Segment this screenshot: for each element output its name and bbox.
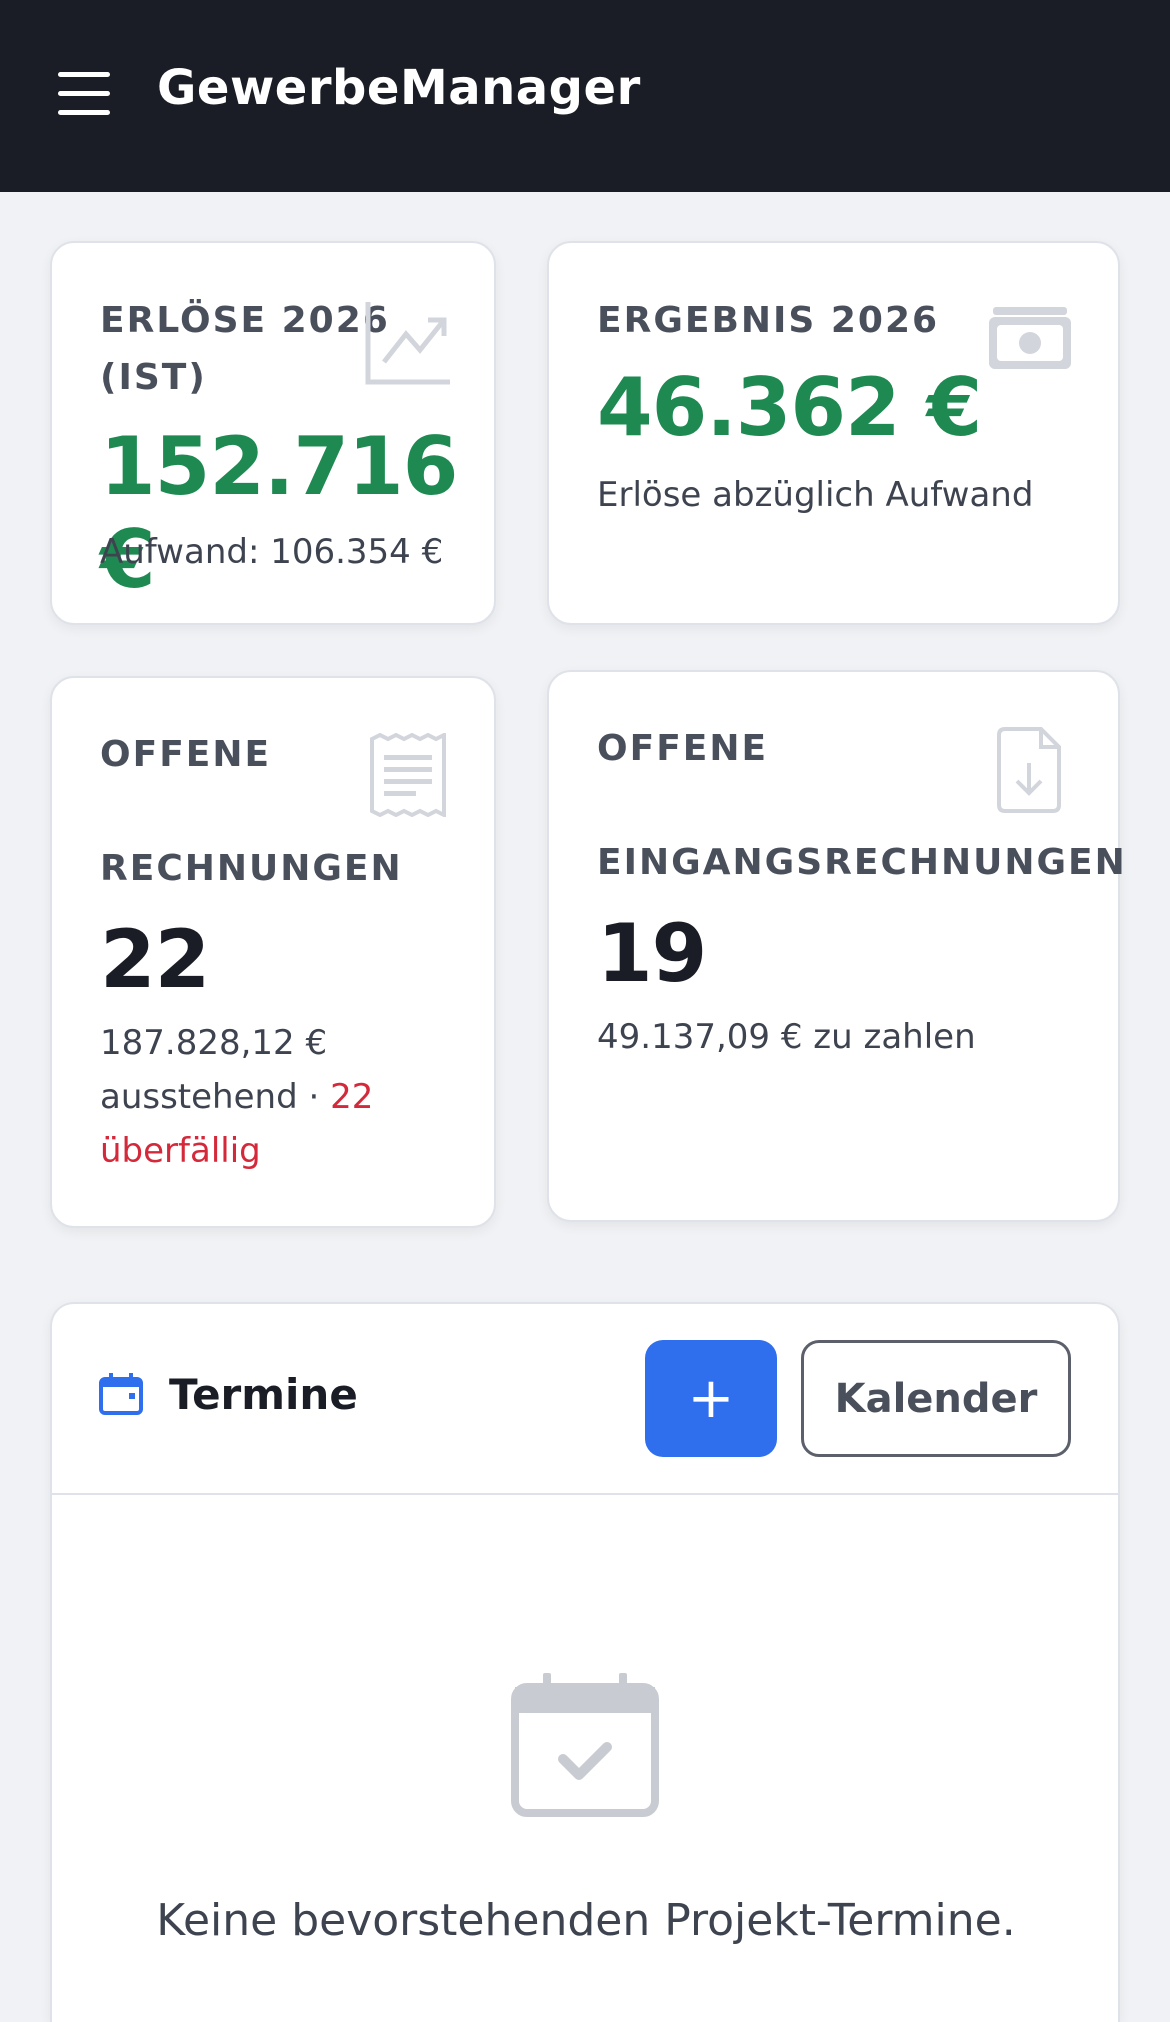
kpi-sub-revenue: Aufwand: 106.354 € [100, 532, 444, 572]
appointments-divider [52, 1493, 1120, 1495]
kpi-label-result: ERGEBNIS 2026 [597, 300, 940, 341]
kpi-card-open-incoming-invoices[interactable]: OFFENE EINGANGSRECHNUNGEN 19 49.137,09 €… [547, 670, 1125, 1222]
calendar-check-icon [511, 1673, 659, 1817]
kpi-card-result: ERGEBNIS 2026 46.362 € Erlöse abzüglich … [547, 241, 1120, 625]
overdue-label: überfällig [100, 1131, 261, 1171]
kpi-card-revenue: ERLÖSE 2026 (IST) 152.716 € Aufwand: 106… [50, 241, 496, 625]
file-download-icon [997, 727, 1061, 813]
outstanding-label: ausstehend · [100, 1077, 331, 1117]
kpi-label-revenue-line2: (IST) [100, 357, 207, 398]
kpi-card-open-invoices[interactable]: OFFENE RECHNUNGEN 22 187.828,12 € ausste… [50, 676, 496, 1228]
kpi-sub-open-invoices-status: ausstehend · 22 [100, 1070, 373, 1124]
calendar-button[interactable]: Kalender [801, 1340, 1071, 1457]
kpi-value-open-incoming: 19 [597, 907, 707, 1000]
kpi-sub-open-incoming: 49.137,09 € zu zahlen [597, 1017, 976, 1057]
add-appointment-button[interactable]: + [645, 1340, 777, 1457]
kpi-sub-open-invoices-amount: 187.828,12 € [100, 1023, 328, 1063]
kpi-label-revenue-line1: ERLÖSE 2026 [100, 300, 390, 341]
top-app-bar: GewerbeManager [0, 0, 1170, 192]
appointments-title: Termine [169, 1370, 358, 1419]
overdue-count: 22 [330, 1077, 374, 1117]
kpi-label-open-incoming-line1: OFFENE [597, 728, 769, 769]
receipt-icon [370, 733, 446, 817]
trend-up-icon [365, 302, 450, 385]
kpi-label-open-invoices-line1: OFFENE [100, 734, 272, 775]
kpi-sub-result: Erlöse abzüglich Aufwand [597, 475, 1034, 515]
kpi-value-result: 46.362 € [597, 361, 982, 454]
appointments-empty-text: Keine bevorstehenden Projekt-Termine. [156, 1895, 1016, 1946]
banknote-icon [989, 307, 1071, 369]
kpi-value-open-invoices: 22 [100, 913, 210, 1006]
app-title: GewerbeManager [157, 60, 641, 116]
kpi-label-open-invoices-line2: RECHNUNGEN [100, 848, 403, 889]
hamburger-menu-icon[interactable] [58, 72, 110, 116]
kpi-label-open-incoming-line2: EINGANGSRECHNUNGEN [597, 842, 1127, 883]
calendar-icon [99, 1373, 143, 1415]
